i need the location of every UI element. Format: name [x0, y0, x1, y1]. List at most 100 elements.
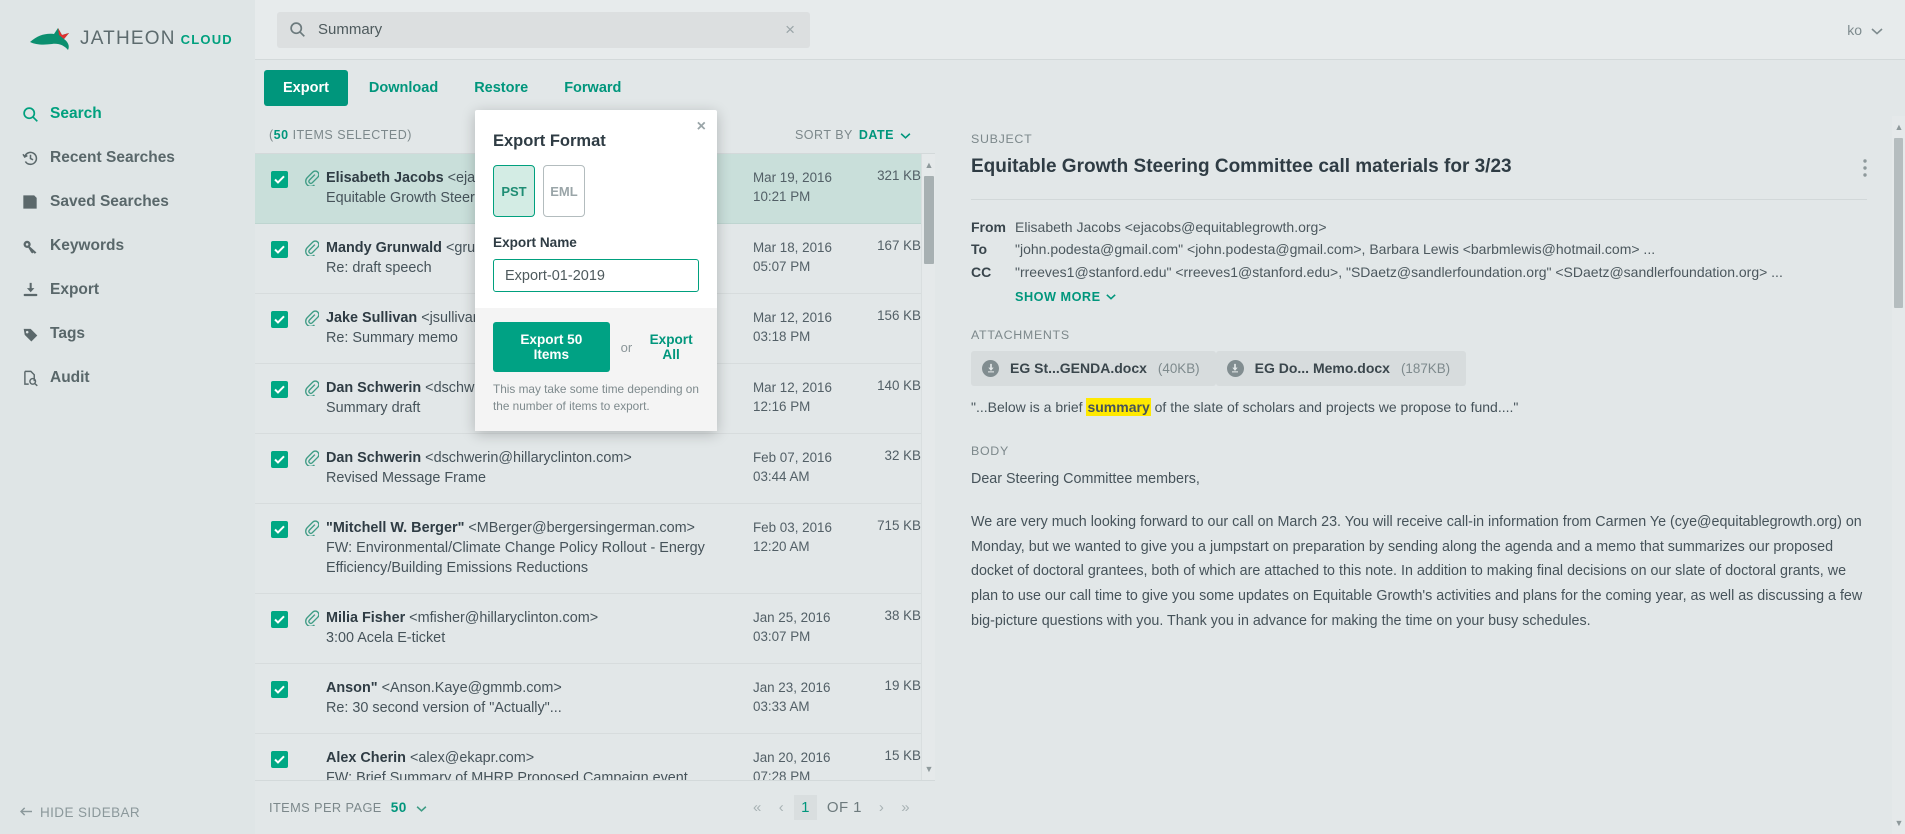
sidebar-item-audit[interactable]: Audit [0, 356, 255, 400]
scrollbar-thumb[interactable] [924, 176, 934, 264]
sidebar-item-tags[interactable]: Tags [0, 312, 255, 356]
download-icon[interactable] [982, 360, 999, 377]
export-name-input[interactable] [493, 259, 699, 292]
row-date-day: Jan 20, 2016 [753, 748, 849, 767]
show-more-button[interactable]: SHOW MORE [1015, 290, 1116, 304]
download-tray-icon [22, 282, 50, 299]
attachments-section: ATTACHMENTS EG St...GENDA.docx(40KB)EG D… [971, 328, 1867, 418]
row-content: Alex Cherin <alex@ekapr.com>FW: Brief Su… [326, 748, 753, 780]
brand-name: JATHEON [80, 28, 176, 50]
sidebar-item-label: Recent Searches [50, 149, 175, 167]
header-line: FromElisabeth Jacobs <ejacobs@equitableg… [971, 216, 1867, 239]
row-date-time: 05:07 PM [753, 257, 849, 276]
search-box[interactable]: × [277, 12, 810, 48]
close-icon[interactable]: × [697, 118, 706, 136]
attachment-item[interactable]: EG St...GENDA.docx(40KB) [971, 351, 1216, 386]
selected-count-value: 50 [274, 128, 289, 142]
scroll-up-icon[interactable]: ▲ [922, 155, 935, 175]
attachment-size: (187KB) [1401, 361, 1450, 376]
row-date: Feb 07, 201603:44 AM [753, 448, 849, 487]
page-number-input[interactable]: 1 [794, 795, 817, 820]
scrollbar-thumb[interactable] [1894, 138, 1903, 308]
attachment-size: (40KB) [1158, 361, 1200, 376]
format-option-eml[interactable]: EML [543, 165, 585, 217]
sidebar-item-keywords[interactable]: Keywords [0, 224, 255, 268]
row-sender: Dan Schwerin <dschwerin@hillaryclinton.c… [326, 448, 745, 468]
document-search-icon [22, 370, 50, 387]
row-subject: Revised Message Frame [326, 468, 745, 488]
scroll-down-icon[interactable]: ▼ [922, 759, 935, 779]
sort-by-control[interactable]: SORT BY DATE [795, 128, 911, 142]
prev-page-button[interactable]: ‹ [772, 795, 791, 820]
table-row[interactable]: Dan Schwerin <dschwerin@hillaryclinton.c… [255, 434, 935, 504]
search-icon [289, 21, 306, 38]
attachment-item[interactable]: EG Do... Memo.docx(187KB) [1216, 351, 1466, 386]
export-all-button[interactable]: Export All [643, 332, 699, 362]
row-sender-name: "Mitchell W. Berger" [326, 520, 464, 536]
next-page-button[interactable]: › [872, 795, 891, 820]
row-checkbox[interactable] [271, 311, 288, 328]
brand-logo[interactable]: JATHEON CLOUD [0, 0, 255, 60]
export-format-modal: × Export Format PST EML Export Name Expo… [475, 110, 717, 431]
export-selected-button[interactable]: Export 50 Items [493, 322, 610, 372]
user-menu-label: ko [1847, 22, 1862, 38]
download-button[interactable]: Download [354, 70, 453, 106]
last-page-button[interactable]: » [894, 795, 917, 820]
row-checkbox[interactable] [271, 751, 288, 768]
email-list-scrollbar[interactable]: ▲ ▼ [921, 154, 935, 780]
format-option-pst[interactable]: PST [493, 165, 535, 217]
row-sender-name: Elisabeth Jacobs [326, 170, 444, 186]
table-row[interactable]: Milia Fisher <mfisher@hillaryclinton.com… [255, 594, 935, 664]
row-date-time: 03:33 AM [753, 697, 849, 716]
chevron-down-icon [1871, 22, 1883, 38]
row-size: 715 KB [877, 518, 921, 557]
more-options-icon[interactable] [1863, 155, 1867, 177]
row-subject: 3:00 Acela E-ticket [326, 628, 745, 648]
row-checkbox[interactable] [271, 381, 288, 398]
clear-search-icon[interactable]: × [782, 20, 798, 40]
detail-scrollbar[interactable]: ▲ ▼ [1892, 116, 1905, 834]
sidebar-item-export[interactable]: Export [0, 268, 255, 312]
snippet-before: "...Below is a brief [971, 399, 1086, 415]
restore-button[interactable]: Restore [459, 70, 543, 106]
table-row[interactable]: Anson" <Anson.Kaye@gmmb.com>Re: 30 secon… [255, 664, 935, 734]
show-more-label: SHOW MORE [1015, 290, 1101, 304]
email-detail-content: SUBJECT Equitable Growth Steering Commit… [935, 116, 1905, 834]
row-sender-email: <dschwerin@hillaryclinton.com> [425, 450, 632, 466]
export-button[interactable]: Export [264, 70, 348, 106]
row-sender-name: Mandy Grunwald [326, 240, 442, 256]
row-checkbox[interactable] [271, 521, 288, 538]
user-menu[interactable]: ko [1847, 22, 1883, 38]
sidebar-item-label: Search [50, 105, 102, 123]
sidebar-item-saved-searches[interactable]: Saved Searches [0, 180, 255, 224]
jatheon-fox-logo-icon [28, 26, 76, 52]
scroll-up-icon[interactable]: ▲ [1892, 117, 1905, 137]
row-checkbox[interactable] [271, 241, 288, 258]
table-row[interactable]: Alex Cherin <alex@ekapr.com>FW: Brief Su… [255, 734, 935, 780]
download-icon[interactable] [1227, 360, 1244, 377]
items-per-page-control[interactable]: ITEMS PER PAGE 50 [269, 800, 427, 815]
hide-sidebar-button[interactable]: HIDE SIDEBAR [20, 805, 140, 820]
sidebar-item-recent-searches[interactable]: Recent Searches [0, 136, 255, 180]
first-page-button[interactable]: « [746, 795, 769, 820]
row-checkbox[interactable] [271, 171, 288, 188]
row-sender-name: Milia Fisher [326, 610, 405, 626]
row-sender: Milia Fisher <mfisher@hillaryclinton.com… [326, 608, 745, 628]
row-size: 19 KB [885, 678, 921, 717]
tag-icon [22, 326, 50, 343]
scroll-down-icon[interactable]: ▼ [1892, 813, 1905, 833]
row-date-day: Feb 03, 2016 [753, 518, 849, 537]
list-footer: ITEMS PER PAGE 50 « ‹ 1 OF 1 › » [255, 780, 935, 834]
forward-button[interactable]: Forward [549, 70, 636, 106]
row-sender: Anson" <Anson.Kaye@gmmb.com> [326, 678, 745, 698]
sidebar-item-search[interactable]: Search [0, 92, 255, 136]
sort-by-value: DATE [859, 128, 894, 142]
table-row[interactable]: "Mitchell W. Berger" <MBerger@bergersing… [255, 504, 935, 594]
row-checkbox[interactable] [271, 681, 288, 698]
snippet-after: of the slate of scholars and projects we… [1151, 399, 1519, 415]
body-label: BODY [971, 444, 1867, 458]
search-input[interactable] [318, 21, 782, 38]
snippet-highlight: summary [1086, 398, 1150, 416]
row-checkbox[interactable] [271, 611, 288, 628]
row-checkbox[interactable] [271, 451, 288, 468]
